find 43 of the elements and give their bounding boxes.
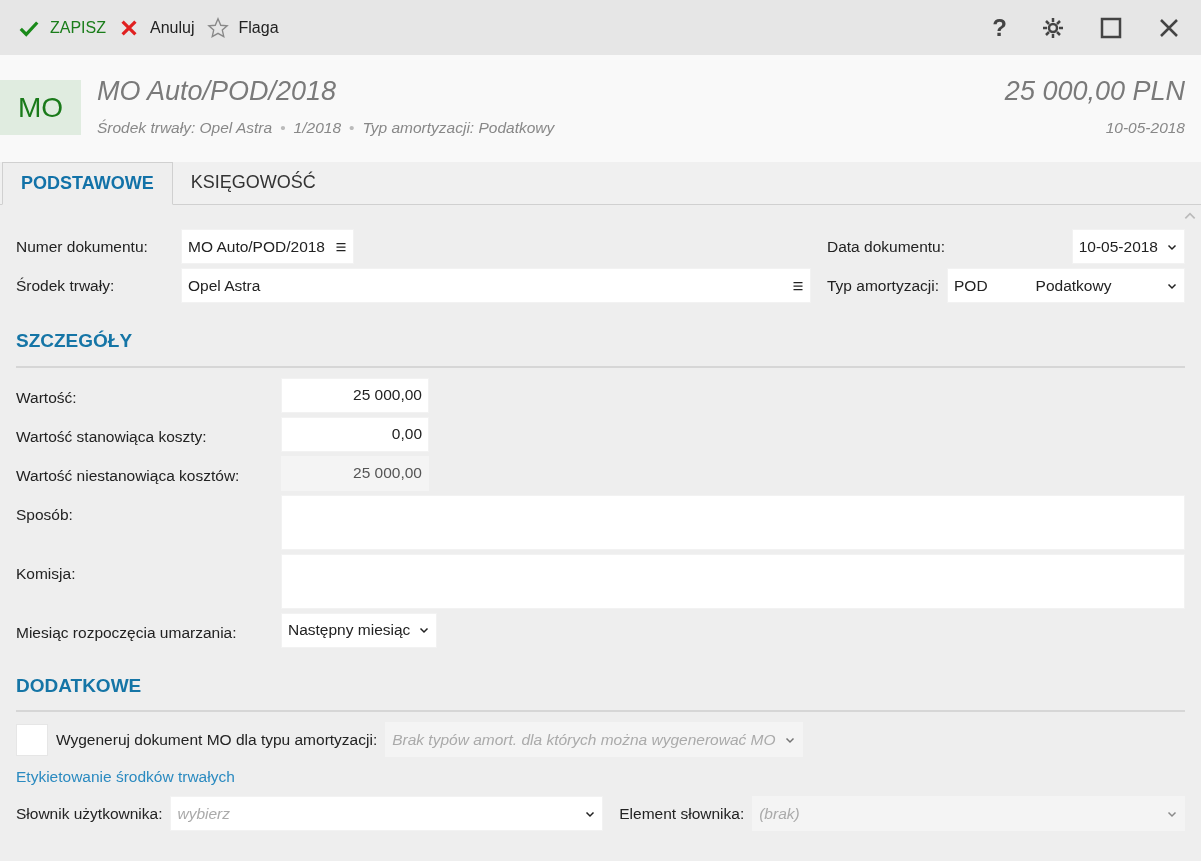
- dropdown[interactable]: POD Podatkowy: [947, 268, 1185, 303]
- field-label: Słownik użytkownika:: [16, 804, 163, 825]
- document-meta: Typ amortyzacji: Podatkowy: [362, 117, 555, 138]
- field-label: Komisja:: [16, 563, 77, 584]
- field-label: Element słownika:: [619, 804, 745, 825]
- list-icon: [335, 240, 347, 253]
- save-button[interactable]: ZAPISZ: [12, 11, 112, 44]
- input-field[interactable]: MO Auto/POD/2018: [181, 229, 354, 264]
- document-title: MO Auto/POD/2018: [97, 75, 338, 108]
- star-icon: [206, 16, 229, 39]
- checkbox-label: Wygeneruj dokument MO dla typu amortyzacji:: [56, 729, 378, 750]
- field-label: Wartość niestanowiąca kosztów:: [16, 465, 241, 486]
- field-label: Typ amortyzacji:: [827, 275, 939, 296]
- field-label: Wartość:: [16, 387, 78, 408]
- separator-dot: •: [280, 117, 286, 138]
- tab[interactable]: PODSTAWOWE: [2, 162, 173, 205]
- flag-button[interactable]: Flaga: [200, 11, 285, 44]
- help-button[interactable]: ?: [988, 11, 1011, 44]
- cancel-button[interactable]: Anuluj: [112, 11, 201, 44]
- list-icon: [792, 279, 804, 292]
- document-meta: 1/2018: [293, 117, 341, 138]
- section-heading: SZCZEGÓŁY: [16, 327, 1185, 368]
- field-label: Środek trwały:: [16, 275, 116, 296]
- input-field[interactable]: Opel Astra: [181, 268, 811, 303]
- settings-icon: [1041, 15, 1065, 40]
- square-icon: [1099, 15, 1123, 40]
- field-label: Sposób:: [16, 504, 74, 525]
- separator-dot: •: [349, 117, 355, 138]
- checkbox[interactable]: [16, 723, 48, 756]
- field-label: Numer dokumentu:: [16, 236, 149, 257]
- dropdown[interactable]: Następny miesiąc: [281, 612, 438, 648]
- field-label: Miesiąc rozpoczęcia umarzania:: [16, 622, 238, 643]
- document-meta: Środek trwały: Opel Astra: [97, 117, 273, 138]
- tab[interactable]: KSIĘGOWOŚĆ: [172, 161, 334, 204]
- section-heading: DODATKOWE: [16, 671, 1185, 712]
- document-type-badge: MO: [0, 80, 81, 135]
- input-field[interactable]: 0,00: [281, 416, 429, 452]
- dropdown[interactable]: 10-05-2018: [1071, 229, 1185, 264]
- document-date: 10-05-2018: [1104, 117, 1185, 138]
- field-label: Wartość stanowiąca koszty:: [16, 426, 208, 447]
- field-label: Data dokumentu:: [827, 236, 946, 257]
- document-amount: 25 000,00 PLN: [1004, 75, 1185, 108]
- input-field[interactable]: 25 000,00: [281, 377, 429, 413]
